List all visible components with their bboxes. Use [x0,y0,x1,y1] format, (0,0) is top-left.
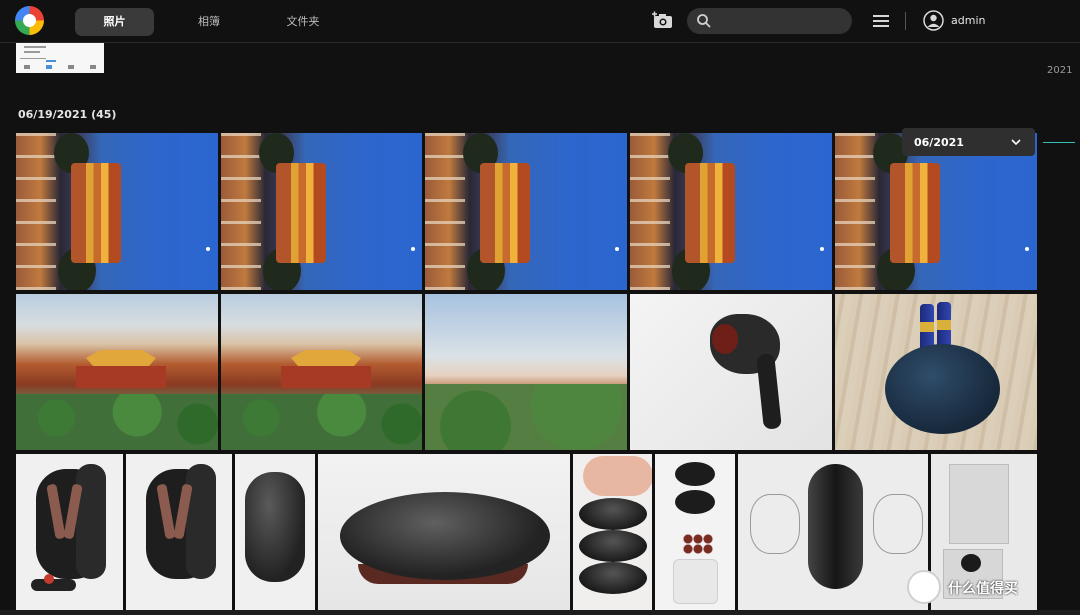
photo-thumbnail[interactable] [835,294,1037,450]
logo-icon[interactable] [15,6,44,35]
header-divider [905,12,906,30]
photo-detail [76,366,166,388]
photo-detail [186,464,216,579]
photo-thumbnail[interactable] [126,454,232,610]
photo-detail [685,163,735,263]
photo-thumbnail[interactable] [630,294,832,450]
photo-detail [425,384,627,450]
thumb-line [24,46,46,48]
photo-thumbnail[interactable] [630,133,832,290]
photo-detail [76,464,106,579]
thumb-line [46,60,56,62]
photo-detail [221,394,422,450]
photo-thumbnail[interactable] [573,454,652,610]
photo-detail [808,464,863,589]
photo-detail [579,498,647,530]
photo-detail [820,247,824,251]
top-bar: 照片 相簿 文件夹 admin [0,0,1080,43]
photo-detail [1025,247,1029,251]
photo-detail [44,574,54,584]
photo-detail [221,133,261,290]
photo-thumbnail[interactable] [16,133,218,290]
photo-detail [579,562,647,594]
photo-detail [281,366,371,388]
photo-detail [673,559,718,604]
timeline-year-label[interactable]: 2021 [1047,65,1072,76]
watermark-text: 什么值得买 [948,581,1018,597]
photo-detail [885,344,1000,434]
photo-detail [480,163,530,263]
thumb-icon [24,65,30,69]
photo-detail [961,554,981,572]
photo-thumbnail[interactable] [221,133,422,290]
avatar-icon[interactable] [923,10,944,31]
month-selector-label: 06/2021 [914,136,964,149]
photo-detail [712,324,738,354]
photo-detail [206,247,210,251]
date-group-header: 06/19/2021 (45) [18,108,117,121]
photo-detail [583,456,652,496]
tab-albums[interactable]: 相簿 [170,8,248,36]
photo-detail [425,133,465,290]
photo-thumbnail[interactable] [835,133,1037,290]
photo-thumbnail[interactable] [16,294,218,450]
photo-detail [276,163,326,263]
timeline-marker[interactable] [1043,142,1075,143]
photo-thumbnail[interactable] [318,454,570,610]
search-input[interactable] [687,8,852,34]
thumb-icon [90,65,96,69]
photo-thumbnail[interactable] [655,454,735,610]
photo-thumbnail[interactable] [221,294,422,450]
photo-detail [675,490,715,514]
photo-thumbnail[interactable] [16,43,104,73]
photo-detail [579,530,647,562]
chevron-down-icon [1011,139,1021,146]
upload-photo-icon[interactable] [651,11,673,29]
photo-thumbnail[interactable] [425,294,627,450]
photo-detail [16,133,56,290]
photo-detail [750,494,800,554]
photo-detail [675,462,715,486]
watermark-logo-icon [907,570,941,604]
photo-detail [86,350,156,366]
photo-detail [835,133,875,290]
thumb-icon [68,65,74,69]
photo-detail [615,247,619,251]
thumb-line [20,58,46,59]
tab-photos[interactable]: 照片 [75,8,154,36]
photo-thumbnail[interactable] [235,454,315,610]
photo-detail [890,163,940,263]
list-menu-icon[interactable] [873,14,889,28]
username[interactable]: admin [951,14,985,27]
photo-detail [245,472,305,582]
photo-detail [630,133,670,290]
photo-detail [71,163,121,263]
photo-thumbnail[interactable] [425,133,627,290]
photo-thumbnail[interactable] [16,454,123,610]
photo-detail [16,394,218,450]
photo-detail [411,247,415,251]
photo-detail [949,464,1009,544]
photo-detail [340,492,550,580]
thumb-line [24,51,40,53]
photo-detail [756,353,782,430]
month-selector[interactable]: 06/2021 [902,128,1035,156]
photo-detail [291,350,361,366]
photo-detail [683,534,713,554]
tab-folders[interactable]: 文件夹 [264,8,342,36]
thumb-icon [46,65,52,69]
photo-thumbnail[interactable] [738,454,928,610]
next-row-edge [0,610,1080,615]
photo-detail [873,494,923,554]
